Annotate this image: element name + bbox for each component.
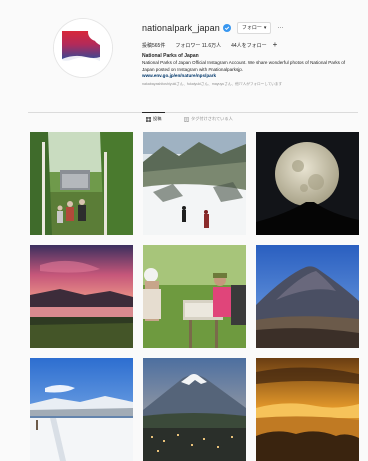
post-tile[interactable] (30, 245, 133, 348)
profile-page: nationalpark_japan フォロー ▾ ··· 投稿565件 フォロ… (0, 0, 368, 461)
post-tile[interactable] (143, 132, 246, 235)
post-tile[interactable] (256, 245, 359, 348)
snow-mountain-hikers-photo (143, 132, 246, 235)
forest-hikers-photo (30, 132, 133, 235)
mount-fuji-town-photo (143, 358, 246, 461)
tab-tagged-label: タグ付けされている人 (191, 116, 233, 121)
profile-info: nationalpark_japan フォロー ▾ ··· 投稿565件 フォロ… (142, 20, 362, 87)
volcano-photo (256, 245, 359, 348)
post-tile[interactable] (256, 132, 359, 235)
profile-stats: 投稿565件 フォロワー 11.6万人 44人をフォロー + (142, 40, 362, 50)
profile-link[interactable]: www.env.go.jp/en/nature/nps/park (142, 73, 362, 78)
display-name: National Parks of Japan (142, 53, 199, 59)
followers-count[interactable]: フォロワー 11.6万人 (175, 42, 221, 49)
tab-posts-label: 投稿 (153, 116, 162, 121)
grid-icon (146, 116, 151, 122)
tab-posts[interactable]: 投稿 (141, 112, 166, 122)
add-icon[interactable]: + (273, 41, 278, 49)
profile-tabs: 投稿 タグ付けされている人 (28, 112, 358, 127)
posts-count: 投稿565件 (142, 42, 166, 49)
post-tile[interactable] (30, 358, 133, 461)
profile-header-row: nationalpark_japan フォロー ▾ ··· (142, 20, 362, 36)
full-moon-photo (256, 132, 359, 235)
post-grid (30, 132, 360, 461)
followed-by-text[interactable]: nakabayashitoshiyukiさん、fukaiyukiさん、mayuy… (142, 82, 362, 87)
more-icon[interactable]: ··· (277, 25, 283, 31)
profile-bio: National Parks of Japan Official Instagr… (142, 60, 346, 72)
profile-avatar[interactable] (54, 19, 112, 77)
tag-icon (184, 116, 189, 122)
golden-cloud-sea-photo (256, 358, 359, 461)
post-tile[interactable] (256, 358, 359, 461)
sunset-lake-photo (30, 245, 133, 348)
following-count[interactable]: 44人をフォロー (231, 42, 267, 49)
chevron-down-icon: ▾ (263, 25, 267, 31)
follow-button[interactable]: フォロー ▾ (236, 22, 272, 34)
post-tile[interactable] (143, 358, 246, 461)
tab-tagged[interactable]: タグ付けされている人 (184, 116, 233, 122)
verified-badge-icon (222, 24, 231, 32)
post-tile[interactable] (30, 132, 133, 235)
hikers-at-signboard-photo (143, 245, 246, 348)
post-tile[interactable] (143, 245, 246, 348)
winter-snowfield-photo (30, 358, 133, 461)
username: nationalpark_japan (142, 23, 220, 33)
follow-button-label: フォロー (241, 25, 262, 31)
